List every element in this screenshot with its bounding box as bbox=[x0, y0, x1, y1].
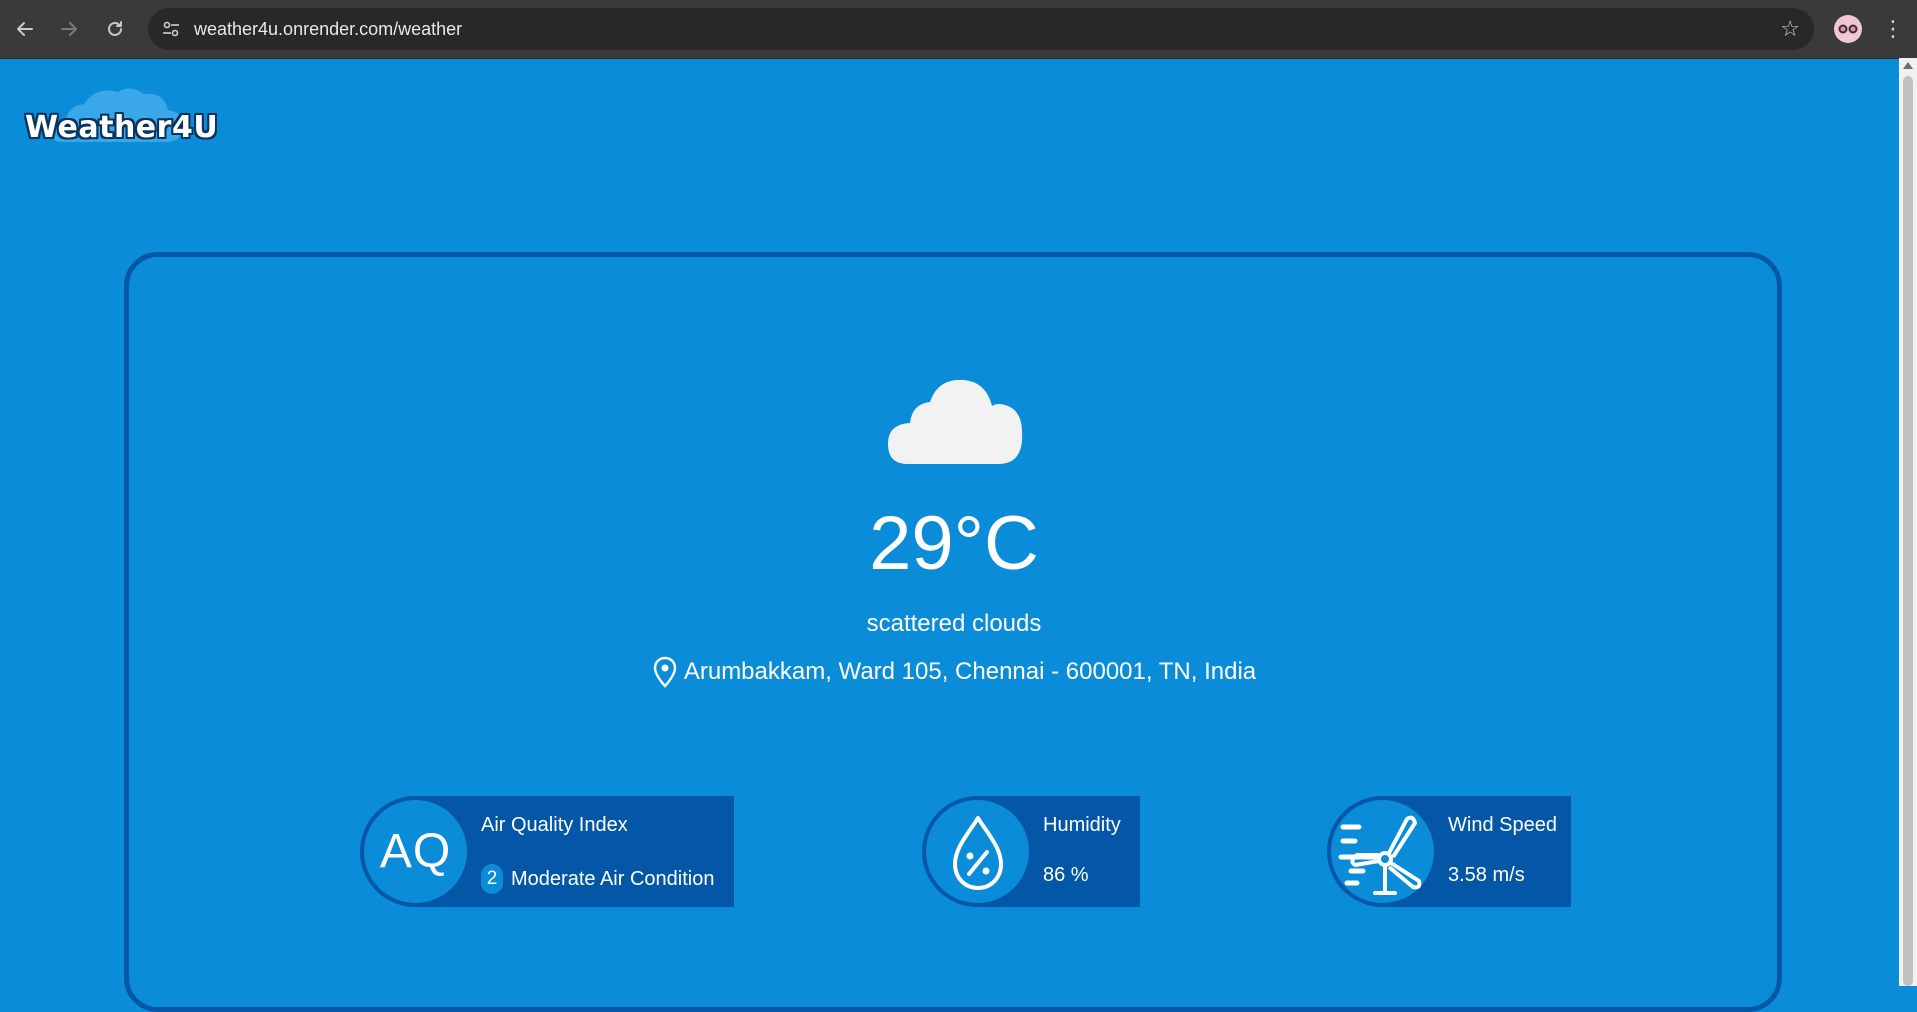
wind-speed-value: 3.58 m/s bbox=[1448, 864, 1525, 886]
humidity-stat: Humidity 86 % bbox=[922, 796, 1140, 907]
scroll-up-icon[interactable] bbox=[1903, 62, 1913, 69]
bookmark-star-icon[interactable]: ☆ bbox=[1780, 16, 1800, 42]
site-settings-icon[interactable] bbox=[160, 18, 182, 40]
humidity-label: Humidity bbox=[1043, 814, 1121, 836]
aqi-index-badge: 2 bbox=[481, 864, 503, 894]
forward-arrow-icon[interactable] bbox=[52, 12, 86, 46]
location: Arumbakkam, Ward 105, Chennai - 600001, … bbox=[0, 656, 1908, 688]
air-quality-stat: AQ Air Quality Index 2 Moderate Air Cond… bbox=[360, 796, 734, 907]
back-arrow-icon[interactable] bbox=[8, 12, 42, 46]
reload-icon[interactable] bbox=[98, 12, 132, 46]
humidity-value: 86 % bbox=[1043, 864, 1089, 886]
cloud-icon bbox=[886, 376, 1024, 466]
browser-toolbar: weather4u.onrender.com/weather ☆ ⋮ bbox=[0, 0, 1917, 59]
address-bar[interactable]: weather4u.onrender.com/weather ☆ bbox=[148, 8, 1814, 50]
logo-text: Weather4U bbox=[25, 110, 219, 145]
aqi-label: Air Quality Index bbox=[481, 814, 628, 836]
humidity-drop-icon bbox=[922, 796, 1033, 907]
location-pin-icon bbox=[652, 656, 678, 688]
temperature: 29°C bbox=[869, 501, 1039, 586]
aqi-icon: AQ bbox=[360, 796, 471, 907]
profile-avatar-icon[interactable] bbox=[1834, 15, 1862, 43]
wind-turbine-icon bbox=[1327, 796, 1438, 907]
url-text[interactable]: weather4u.onrender.com/weather bbox=[194, 19, 462, 40]
weather-description: scattered clouds bbox=[866, 610, 1042, 637]
aqi-value: 2 Moderate Air Condition bbox=[481, 864, 714, 894]
aqi-icon-text: AQ bbox=[379, 825, 452, 878]
location-text: Arumbakkam, Ward 105, Chennai - 600001, … bbox=[683, 658, 1257, 685]
wind-speed-label: Wind Speed bbox=[1448, 814, 1557, 836]
more-menu-icon[interactable]: ⋮ bbox=[1882, 12, 1904, 46]
wind-speed-stat: Wind Speed 3.58 m/s bbox=[1327, 796, 1571, 907]
aqi-condition: Moderate Air Condition bbox=[511, 867, 715, 890]
app-logo[interactable]: Weather4U bbox=[22, 84, 218, 150]
